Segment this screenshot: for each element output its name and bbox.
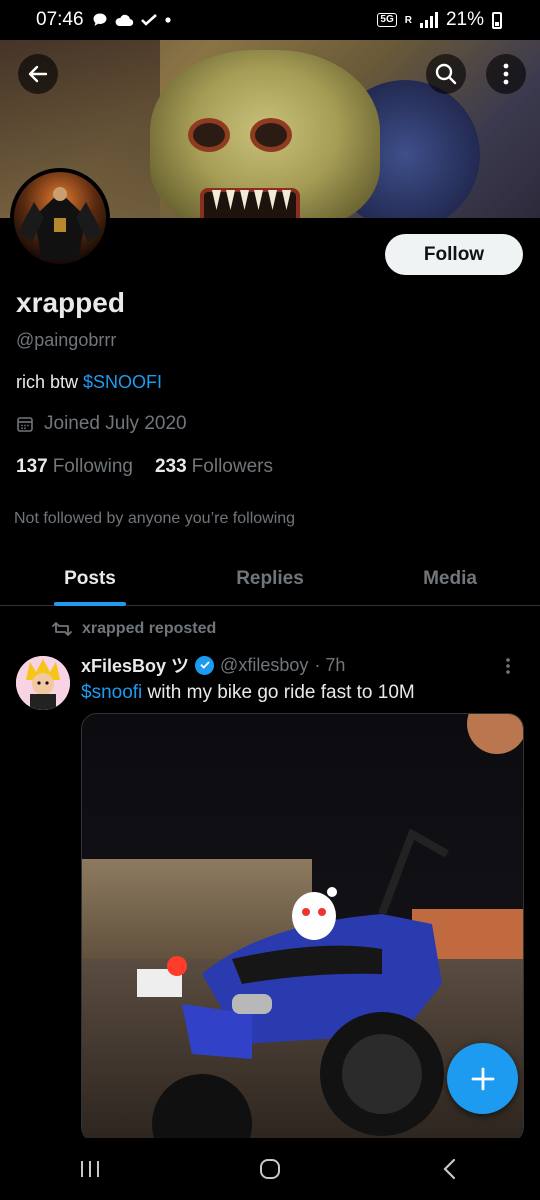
tab-posts[interactable]: Posts xyxy=(0,552,180,605)
repost-label: xrapped reposted xyxy=(82,620,217,637)
profile-handle: @paingobrrr xyxy=(16,330,117,350)
repost-indicator: xrapped reposted xyxy=(52,620,216,638)
recent-apps-button[interactable] xyxy=(50,1144,130,1194)
post-header: xFilesBoy ツ @xfilesboy · 7h xyxy=(81,652,345,678)
battery-icon xyxy=(492,11,502,29)
signal-icon xyxy=(419,12,438,28)
profile-stats: 137 Following 233 Followers xyxy=(16,456,273,478)
following-label: Following xyxy=(52,456,133,477)
followers-label: Followers xyxy=(191,456,273,477)
tab-media[interactable]: Media xyxy=(360,552,540,605)
home-icon xyxy=(260,1159,280,1179)
battery-percentage: 21% xyxy=(445,9,484,30)
compose-post-button[interactable] xyxy=(447,1043,518,1114)
search-button[interactable] xyxy=(426,54,466,94)
dot-icon xyxy=(164,17,171,23)
not-followed-notice: Not followed by anyone you’re following xyxy=(14,510,296,527)
followers-count: 233 xyxy=(154,456,187,477)
profile-name: xrapped xyxy=(16,287,125,318)
network-badge: 5G xyxy=(377,13,397,27)
repost-icon xyxy=(52,622,72,636)
more-vertical-icon xyxy=(506,658,510,674)
chevron-left-icon xyxy=(443,1158,456,1180)
post-cashtag-link[interactable]: $snoofi xyxy=(81,682,142,703)
bio-text: rich btw xyxy=(16,372,84,392)
status-bar: 07:46 5G R 21% xyxy=(0,0,540,40)
search-icon xyxy=(435,63,457,85)
post-author-handle[interactable]: @xfilesboy xyxy=(220,655,308,676)
following-stat[interactable]: 137 Following xyxy=(16,456,133,478)
profile-screen: 07:46 5G R 21% Follow xrapped @paingobrr… xyxy=(0,0,540,1200)
more-options-button[interactable] xyxy=(486,54,526,94)
post-author-avatar[interactable] xyxy=(16,656,70,710)
cloud-icon xyxy=(115,14,133,27)
chat-bubble-icon xyxy=(93,13,107,26)
post-body: with my bike go ride fast to 10M xyxy=(142,682,415,703)
calendar-icon xyxy=(17,417,33,432)
status-time: 07:46 xyxy=(36,9,84,30)
post-text: $snoofi with my bike go ride fast to 10M xyxy=(81,682,415,704)
notification-icons xyxy=(92,12,172,28)
bio-cashtag-link[interactable]: $SNOOFI xyxy=(83,372,162,392)
following-count: 137 xyxy=(16,456,48,477)
system-back-button[interactable] xyxy=(410,1144,490,1194)
verified-badge-icon xyxy=(195,655,215,675)
plus-icon xyxy=(471,1067,494,1090)
profile-tabs: Posts Replies Media xyxy=(0,552,540,606)
recent-apps-icon xyxy=(81,1161,99,1177)
back-button[interactable] xyxy=(18,54,58,94)
system-navigation-bar xyxy=(0,1138,540,1200)
post-more-button[interactable] xyxy=(504,656,512,681)
home-button[interactable] xyxy=(230,1144,310,1194)
joined-text: Joined July 2020 xyxy=(44,413,187,434)
follow-button[interactable]: Follow xyxy=(385,234,523,275)
back-arrow-icon xyxy=(28,65,48,83)
profile-avatar[interactable] xyxy=(10,168,110,268)
post-author-name[interactable]: xFilesBoy ツ xyxy=(81,652,189,678)
roaming-indicator: R xyxy=(404,14,412,26)
more-vertical-icon xyxy=(503,63,509,85)
followers-stat[interactable]: 233 Followers xyxy=(155,456,273,478)
profile-bio: rich btw $SNOOFI xyxy=(16,372,162,393)
tab-replies[interactable]: Replies xyxy=(180,552,360,605)
check-icon xyxy=(140,14,157,26)
post-time: · 7h xyxy=(314,654,346,675)
joined-date: Joined July 2020 xyxy=(16,413,187,435)
